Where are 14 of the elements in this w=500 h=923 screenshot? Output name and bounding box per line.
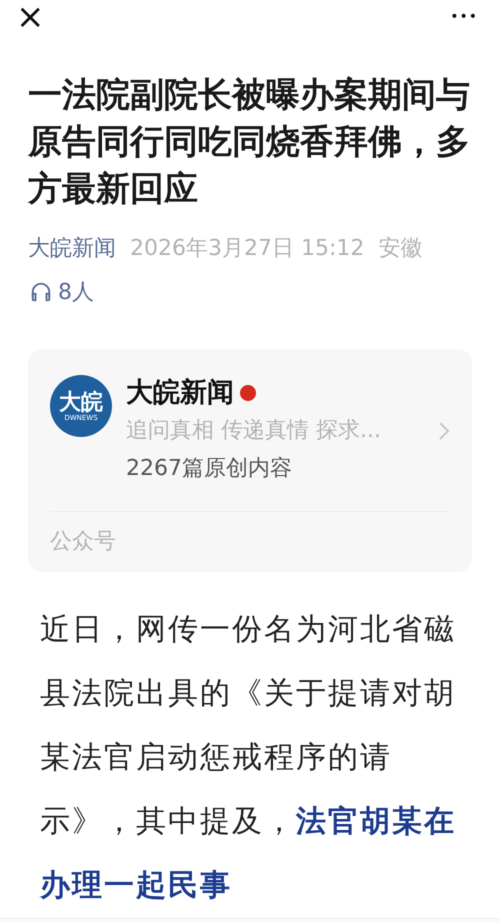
publish-date: 2026年3月27日 15:12 — [130, 235, 364, 263]
account-name: 大皖新闻 — [126, 376, 234, 410]
headphones-icon[interactable] — [30, 281, 52, 303]
more-button[interactable]: ••• — [450, 10, 478, 24]
article-count: 2267篇原创内容 — [126, 455, 293, 483]
close-button[interactable]: × — [16, 0, 44, 34]
region-label: 安徽 — [378, 235, 422, 263]
listener-count: 8人 — [58, 279, 94, 307]
source-link[interactable]: 大皖新闻 — [28, 233, 116, 263]
chevron-right-icon — [438, 421, 450, 441]
account-description: 追问真相 传递真情 探求... — [126, 417, 381, 445]
account-type: 公众号 — [50, 528, 117, 556]
article-title: 一法院副院长被曝办案期间与原告同行同吃同烧香拜佛，多方最新回应 — [28, 74, 471, 211]
article-paragraph: 近日，网传一份名为河北省磁县法院出具的《关于提请对胡某法官启动惩戒程序的请示》，其中提及，法官胡某在办理一起民事 — [40, 611, 457, 905]
